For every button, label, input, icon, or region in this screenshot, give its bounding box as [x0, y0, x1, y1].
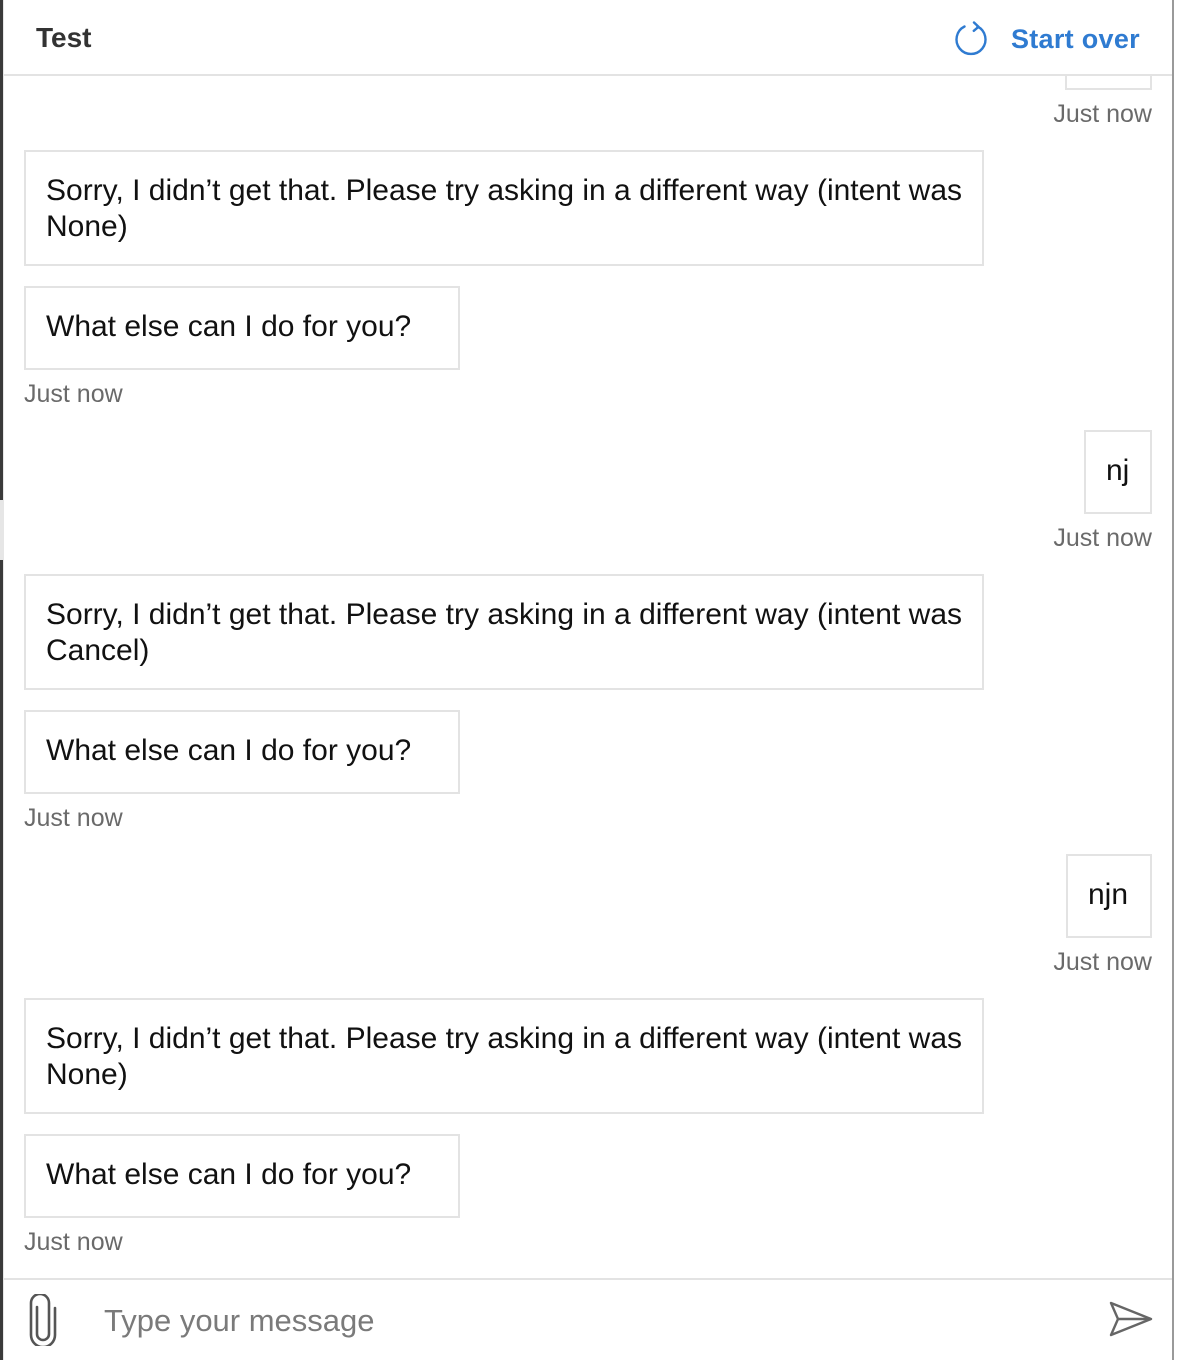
paperclip-icon[interactable]: [26, 1294, 60, 1346]
user-message-bubble: njn: [1066, 854, 1152, 938]
left-edge-segment: [0, 0, 3, 500]
user-message-bubble-partial: [1065, 76, 1152, 90]
bot-message-bubble: What else can I do for you?: [24, 1134, 460, 1218]
left-edge-segment: [0, 560, 3, 1360]
user-message-bubble: nj: [1084, 430, 1152, 514]
bot-message-bubble: Sorry, I didn’t get that. Please try ask…: [24, 574, 984, 690]
right-window-edge: [1172, 0, 1174, 1360]
start-over-button[interactable]: Start over: [953, 18, 1140, 60]
send-icon[interactable]: [1108, 1300, 1154, 1338]
bot-message-bubble: What else can I do for you?: [24, 710, 460, 794]
message-timestamp: Just now: [1053, 948, 1152, 976]
message-timestamp: Just now: [24, 804, 123, 832]
bot-message-bubble: Sorry, I didn’t get that. Please try ask…: [24, 150, 984, 266]
chat-transcript[interactable]: Just now Sorry, I didn’t get that. Pleas…: [4, 76, 1172, 1278]
header: Test Start over: [4, 0, 1172, 76]
message-timestamp: Just now: [24, 380, 123, 408]
refresh-icon: [955, 21, 987, 56]
panel-title: Test: [36, 22, 92, 53]
message-composer: [4, 1278, 1172, 1360]
webchat-panel: Test Start over Just now Sorry, I didn’t…: [0, 0, 1178, 1360]
message-timestamp: Just now: [1053, 524, 1152, 552]
start-over-label: Start over: [1010, 23, 1140, 54]
message-timestamp: Just now: [1053, 100, 1152, 128]
bot-message-bubble: Sorry, I didn’t get that. Please try ask…: [24, 998, 984, 1114]
message-timestamp: Just now: [24, 1228, 123, 1256]
bot-message-bubble: What else can I do for you?: [24, 286, 460, 370]
message-input[interactable]: [104, 1298, 1044, 1344]
